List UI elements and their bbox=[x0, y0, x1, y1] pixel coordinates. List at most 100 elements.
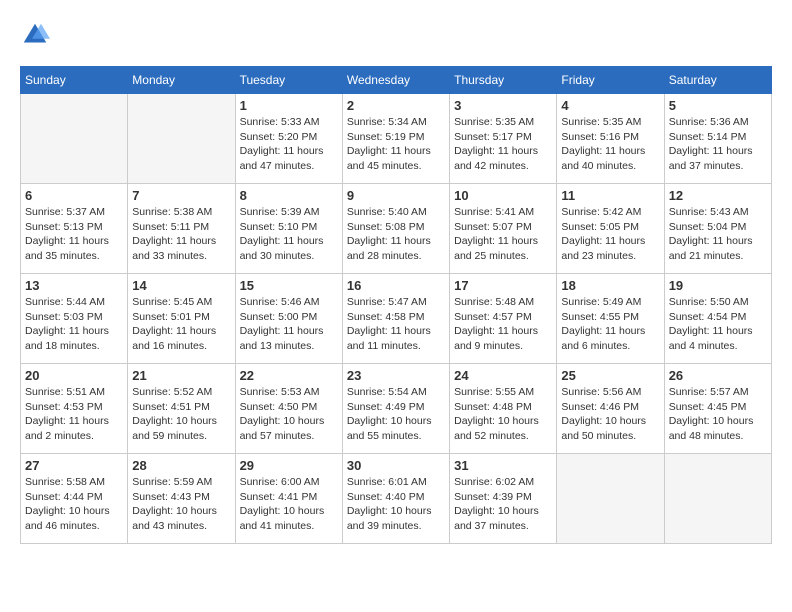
day-info: Sunrise: 5:33 AMSunset: 5:20 PMDaylight:… bbox=[240, 115, 338, 174]
day-info: Sunrise: 5:57 AMSunset: 4:45 PMDaylight:… bbox=[669, 385, 767, 444]
day-number: 28 bbox=[132, 458, 230, 473]
day-number: 30 bbox=[347, 458, 445, 473]
day-header-friday: Friday bbox=[557, 67, 664, 94]
day-number: 14 bbox=[132, 278, 230, 293]
day-info: Sunrise: 5:37 AMSunset: 5:13 PMDaylight:… bbox=[25, 205, 123, 264]
day-number: 7 bbox=[132, 188, 230, 203]
day-info: Sunrise: 5:49 AMSunset: 4:55 PMDaylight:… bbox=[561, 295, 659, 354]
calendar-cell: 22 Sunrise: 5:53 AMSunset: 4:50 PMDayligh… bbox=[235, 364, 342, 454]
calendar-cell bbox=[664, 454, 771, 544]
day-info: Sunrise: 6:02 AMSunset: 4:39 PMDaylight:… bbox=[454, 475, 552, 534]
day-number: 12 bbox=[669, 188, 767, 203]
calendar-cell: 18 Sunrise: 5:49 AMSunset: 4:55 PMDayligh… bbox=[557, 274, 664, 364]
day-info: Sunrise: 5:42 AMSunset: 5:05 PMDaylight:… bbox=[561, 205, 659, 264]
day-info: Sunrise: 5:52 AMSunset: 4:51 PMDaylight:… bbox=[132, 385, 230, 444]
day-number: 6 bbox=[25, 188, 123, 203]
day-info: Sunrise: 5:56 AMSunset: 4:46 PMDaylight:… bbox=[561, 385, 659, 444]
day-header-thursday: Thursday bbox=[450, 67, 557, 94]
day-header-wednesday: Wednesday bbox=[342, 67, 449, 94]
day-number: 3 bbox=[454, 98, 552, 113]
day-number: 23 bbox=[347, 368, 445, 383]
day-info: Sunrise: 5:54 AMSunset: 4:49 PMDaylight:… bbox=[347, 385, 445, 444]
calendar-cell: 25 Sunrise: 5:56 AMSunset: 4:46 PMDayligh… bbox=[557, 364, 664, 454]
day-info: Sunrise: 5:44 AMSunset: 5:03 PMDaylight:… bbox=[25, 295, 123, 354]
day-info: Sunrise: 6:01 AMSunset: 4:40 PMDaylight:… bbox=[347, 475, 445, 534]
calendar-cell: 12Sunrise: 5:43 AMSunset: 5:04 PMDayligh… bbox=[664, 184, 771, 274]
calendar-cell: 16 Sunrise: 5:47 AMSunset: 4:58 PMDayligh… bbox=[342, 274, 449, 364]
calendar-cell: 31 Sunrise: 6:02 AMSunset: 4:39 PMDayligh… bbox=[450, 454, 557, 544]
calendar-week-row: 6 Sunrise: 5:37 AMSunset: 5:13 PMDaylight… bbox=[21, 184, 772, 274]
day-info: Sunrise: 6:00 AMSunset: 4:41 PMDaylight:… bbox=[240, 475, 338, 534]
day-number: 21 bbox=[132, 368, 230, 383]
calendar-cell: 27 Sunrise: 5:58 AMSunset: 4:44 PMDayligh… bbox=[21, 454, 128, 544]
day-info: Sunrise: 5:50 AMSunset: 4:54 PMDaylight:… bbox=[669, 295, 767, 354]
calendar-cell: 26 Sunrise: 5:57 AMSunset: 4:45 PMDayligh… bbox=[664, 364, 771, 454]
day-number: 20 bbox=[25, 368, 123, 383]
calendar-week-row: 27 Sunrise: 5:58 AMSunset: 4:44 PMDayligh… bbox=[21, 454, 772, 544]
calendar-header-row: SundayMondayTuesdayWednesdayThursdayFrid… bbox=[21, 67, 772, 94]
day-info: Sunrise: 5:45 AMSunset: 5:01 PMDaylight:… bbox=[132, 295, 230, 354]
day-number: 18 bbox=[561, 278, 659, 293]
calendar-cell: 11 Sunrise: 5:42 AMSunset: 5:05 PMDayligh… bbox=[557, 184, 664, 274]
day-info: Sunrise: 5:51 AMSunset: 4:53 PMDaylight:… bbox=[25, 385, 123, 444]
calendar-cell: 21 Sunrise: 5:52 AMSunset: 4:51 PMDayligh… bbox=[128, 364, 235, 454]
calendar-cell: 30 Sunrise: 6:01 AMSunset: 4:40 PMDayligh… bbox=[342, 454, 449, 544]
day-header-monday: Monday bbox=[128, 67, 235, 94]
calendar-cell: 24 Sunrise: 5:55 AMSunset: 4:48 PMDayligh… bbox=[450, 364, 557, 454]
day-info: Sunrise: 5:53 AMSunset: 4:50 PMDaylight:… bbox=[240, 385, 338, 444]
day-number: 16 bbox=[347, 278, 445, 293]
day-number: 27 bbox=[25, 458, 123, 473]
calendar-cell: 2Sunrise: 5:34 AMSunset: 5:19 PMDaylight… bbox=[342, 94, 449, 184]
day-info: Sunrise: 5:46 AMSunset: 5:00 PMDaylight:… bbox=[240, 295, 338, 354]
calendar-cell bbox=[21, 94, 128, 184]
calendar-cell: 20 Sunrise: 5:51 AMSunset: 4:53 PMDayligh… bbox=[21, 364, 128, 454]
day-number: 9 bbox=[347, 188, 445, 203]
calendar-cell: 3 Sunrise: 5:35 AMSunset: 5:17 PMDaylight… bbox=[450, 94, 557, 184]
calendar-cell: 13Sunrise: 5:44 AMSunset: 5:03 PMDayligh… bbox=[21, 274, 128, 364]
calendar-cell: 7 Sunrise: 5:38 AMSunset: 5:11 PMDaylight… bbox=[128, 184, 235, 274]
calendar-cell: 15 Sunrise: 5:46 AMSunset: 5:00 PMDayligh… bbox=[235, 274, 342, 364]
calendar-cell: 8 Sunrise: 5:39 AMSunset: 5:10 PMDaylight… bbox=[235, 184, 342, 274]
day-number: 5 bbox=[669, 98, 767, 113]
day-number: 19 bbox=[669, 278, 767, 293]
day-number: 15 bbox=[240, 278, 338, 293]
day-number: 8 bbox=[240, 188, 338, 203]
day-number: 24 bbox=[454, 368, 552, 383]
calendar-cell: 5 Sunrise: 5:36 AMSunset: 5:14 PMDaylight… bbox=[664, 94, 771, 184]
calendar-week-row: 1 Sunrise: 5:33 AMSunset: 5:20 PMDaylight… bbox=[21, 94, 772, 184]
day-info: Sunrise: 5:40 AMSunset: 5:08 PMDaylight:… bbox=[347, 205, 445, 264]
day-number: 22 bbox=[240, 368, 338, 383]
calendar-cell: 17Sunrise: 5:48 AMSunset: 4:57 PMDayligh… bbox=[450, 274, 557, 364]
calendar-week-row: 20 Sunrise: 5:51 AMSunset: 4:53 PMDayligh… bbox=[21, 364, 772, 454]
day-info: Sunrise: 5:35 AMSunset: 5:16 PMDaylight:… bbox=[561, 115, 659, 174]
day-number: 11 bbox=[561, 188, 659, 203]
day-header-tuesday: Tuesday bbox=[235, 67, 342, 94]
day-info: Sunrise: 5:58 AMSunset: 4:44 PMDaylight:… bbox=[25, 475, 123, 534]
day-info: Sunrise: 5:59 AMSunset: 4:43 PMDaylight:… bbox=[132, 475, 230, 534]
calendar-cell: 6 Sunrise: 5:37 AMSunset: 5:13 PMDaylight… bbox=[21, 184, 128, 274]
day-info: Sunrise: 5:47 AMSunset: 4:58 PMDaylight:… bbox=[347, 295, 445, 354]
calendar-cell: 4 Sunrise: 5:35 AMSunset: 5:16 PMDaylight… bbox=[557, 94, 664, 184]
calendar-cell bbox=[128, 94, 235, 184]
day-info: Sunrise: 5:35 AMSunset: 5:17 PMDaylight:… bbox=[454, 115, 552, 174]
day-header-saturday: Saturday bbox=[664, 67, 771, 94]
day-number: 29 bbox=[240, 458, 338, 473]
calendar-cell: 28 Sunrise: 5:59 AMSunset: 4:43 PMDayligh… bbox=[128, 454, 235, 544]
day-info: Sunrise: 5:55 AMSunset: 4:48 PMDaylight:… bbox=[454, 385, 552, 444]
day-info: Sunrise: 5:36 AMSunset: 5:14 PMDaylight:… bbox=[669, 115, 767, 174]
day-number: 31 bbox=[454, 458, 552, 473]
day-info: Sunrise: 5:48 AMSunset: 4:57 PMDaylight:… bbox=[454, 295, 552, 354]
day-info: Sunrise: 5:39 AMSunset: 5:10 PMDaylight:… bbox=[240, 205, 338, 264]
calendar-cell: 10Sunrise: 5:41 AMSunset: 5:07 PMDayligh… bbox=[450, 184, 557, 274]
calendar-table: SundayMondayTuesdayWednesdayThursdayFrid… bbox=[20, 66, 772, 544]
logo bbox=[20, 20, 54, 50]
day-number: 4 bbox=[561, 98, 659, 113]
day-number: 1 bbox=[240, 98, 338, 113]
day-number: 26 bbox=[669, 368, 767, 383]
day-number: 25 bbox=[561, 368, 659, 383]
calendar-cell: 9 Sunrise: 5:40 AMSunset: 5:08 PMDaylight… bbox=[342, 184, 449, 274]
day-info: Sunrise: 5:38 AMSunset: 5:11 PMDaylight:… bbox=[132, 205, 230, 264]
calendar-week-row: 13Sunrise: 5:44 AMSunset: 5:03 PMDayligh… bbox=[21, 274, 772, 364]
calendar-cell: 23 Sunrise: 5:54 AMSunset: 4:49 PMDayligh… bbox=[342, 364, 449, 454]
calendar-cell: 1 Sunrise: 5:33 AMSunset: 5:20 PMDaylight… bbox=[235, 94, 342, 184]
